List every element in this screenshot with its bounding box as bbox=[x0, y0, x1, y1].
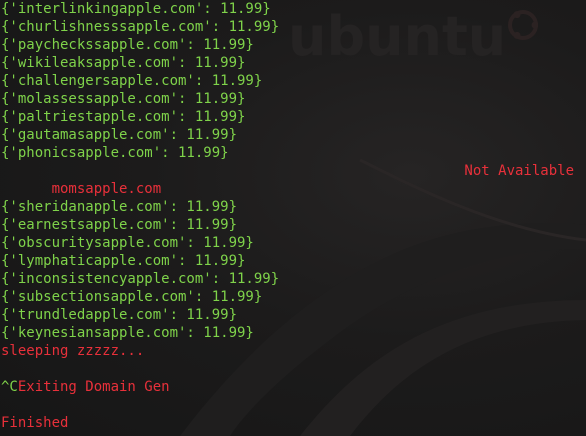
output-line: {'gautamasapple.com': 11.99} bbox=[1, 127, 238, 143]
unavailable-domain: momsapple.com bbox=[51, 181, 162, 197]
output-line: {'paycheckssapple.com': 11.99} bbox=[1, 37, 254, 53]
output-line: {'wikileaksapple.com': 11.99} bbox=[1, 55, 246, 71]
exiting-message: Exiting Domain Gen bbox=[17, 379, 170, 395]
output-line: {'molassessapple.com': 11.99} bbox=[1, 91, 246, 107]
output-line: {'obscuritysapple.com': 11.99} bbox=[1, 235, 254, 251]
output-line: {'earnestsapple.com': 11.99} bbox=[1, 217, 238, 233]
terminal-window[interactable]: ubuntu {'interlinkingapple.com': 11.99} … bbox=[0, 0, 586, 436]
finished-message: Finished bbox=[1, 415, 69, 431]
output-line: {'interlinkingapple.com': 11.99} bbox=[1, 1, 271, 17]
output-line: {'churlishnesssapple.com': 11.99} bbox=[1, 19, 280, 35]
interrupt-prefix: ^C bbox=[1, 379, 18, 395]
output-line: {'lymphaticapple.com': 11.99} bbox=[1, 253, 246, 269]
sleeping-message: sleeping zzzzz... bbox=[1, 343, 145, 359]
output-line: {'phonicsapple.com': 11.99} bbox=[1, 145, 229, 161]
output-line: {'sheridanapple.com': 11.99} bbox=[1, 199, 238, 215]
output-line: {'keynesiansapple.com': 11.99} bbox=[1, 325, 254, 341]
exiting-line: ^CExiting Domain Gen bbox=[0, 378, 586, 396]
output-line: {'challengersapple.com': 11.99} bbox=[1, 73, 263, 89]
terminal-output: {'interlinkingapple.com': 11.99} {'churl… bbox=[0, 0, 586, 432]
output-line: {'trundledapple.com': 11.99} bbox=[1, 307, 238, 323]
output-line: {'inconsistencyapple.com': 11.99} bbox=[1, 271, 280, 287]
output-line: {'subsectionsapple.com': 11.99} bbox=[1, 289, 263, 305]
unavailable-line: momsapple.com Not Available bbox=[0, 162, 586, 197]
output-line: {'paltriestapple.com': 11.99} bbox=[1, 109, 246, 125]
not-available-status: Not Available bbox=[464, 163, 574, 179]
